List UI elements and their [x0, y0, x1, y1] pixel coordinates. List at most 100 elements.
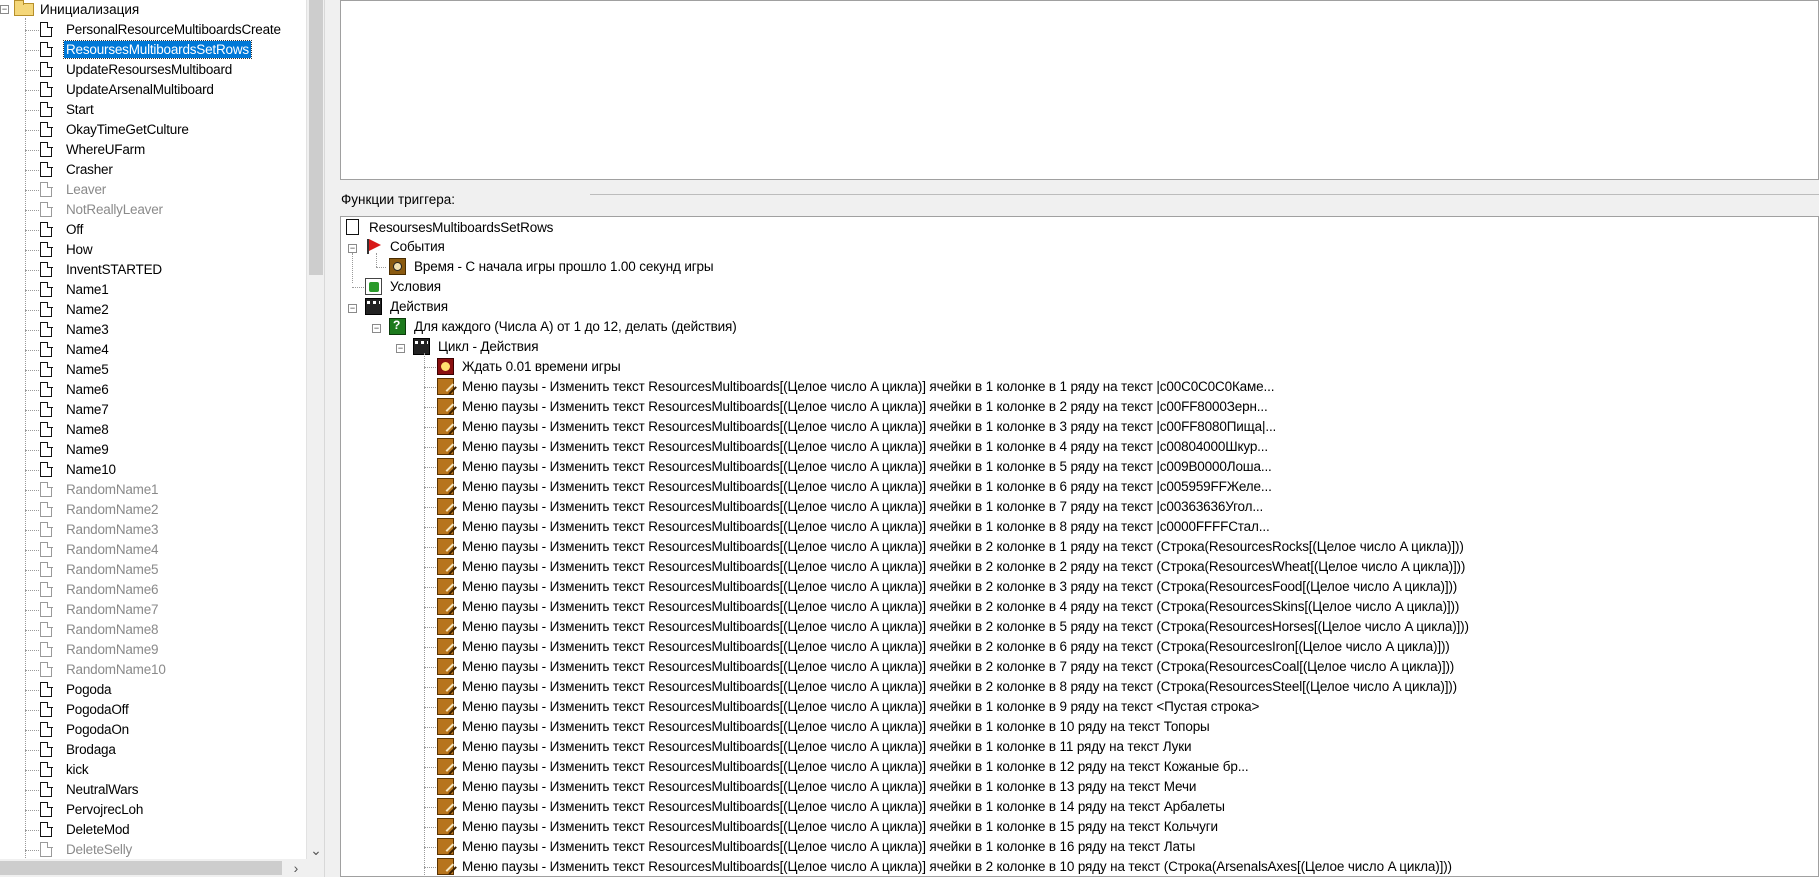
tree-item[interactable]: Off — [0, 220, 300, 240]
tree-item[interactable]: NotReallyLeaver — [0, 200, 300, 220]
tree-item[interactable]: RandomName7 — [0, 600, 300, 620]
tree-item-label: UpdateResoursesMultiboard — [66, 62, 233, 77]
tree-guide-line — [25, 730, 39, 731]
functions-label: Функции триггера: — [341, 192, 459, 207]
scrollbar-thumb[interactable] — [0, 861, 282, 875]
collapse-loop-actions-icon[interactable]: − — [396, 344, 405, 353]
tree-item[interactable]: Leaver — [0, 180, 300, 200]
tree-item-label: PersonalResourceMultiboardsCreate — [66, 22, 281, 37]
tree-guide-line — [424, 507, 436, 508]
tree-guide-line — [424, 727, 436, 728]
tree-item-label: DeleteSelly — [66, 842, 133, 857]
tree-guide-line — [424, 827, 436, 828]
tree-item[interactable]: RandomName5 — [0, 560, 300, 580]
tree-item-label: NeutralWars — [66, 782, 139, 797]
tree-item[interactable]: WhereUFarm — [0, 140, 300, 160]
collapse-toggle-icon[interactable]: − — [0, 5, 9, 14]
tree-item-label: RandomName9 — [66, 642, 159, 657]
trigger-doc-icon — [40, 141, 53, 157]
tree-item[interactable]: Name2 — [0, 300, 300, 320]
multiboard-icon — [437, 678, 454, 695]
tree-item[interactable]: PersonalResourceMultiboardsCreate — [0, 20, 300, 40]
tree-item[interactable]: Name9 — [0, 440, 300, 460]
tree-item[interactable]: DeleteSelly — [0, 840, 300, 860]
tree-item[interactable]: RandomName1 — [0, 480, 300, 500]
tree-item[interactable]: Brodaga — [0, 740, 300, 760]
wait-icon — [437, 358, 454, 375]
tree-guide-line — [25, 170, 39, 171]
multiboard-icon — [437, 598, 454, 615]
tree-guide-line — [25, 610, 39, 611]
tree-item-label: Name2 — [66, 302, 109, 317]
tree-folder-initialization[interactable]: − Инициализация — [0, 0, 300, 20]
tree-guide-line — [424, 527, 436, 528]
tree-guide-line — [25, 290, 39, 291]
tree-item[interactable]: kick — [0, 760, 300, 780]
tree-item-label: RandomName7 — [66, 602, 159, 617]
tree-item-label: How — [66, 242, 93, 257]
tree-item[interactable]: ResoursesMultiboardsSetRows — [0, 40, 300, 60]
tree-guide-line — [25, 830, 39, 831]
tree-item-label: DeleteMod — [66, 822, 130, 837]
conditions-label: Условия — [390, 279, 441, 294]
tree-guide-line — [424, 807, 436, 808]
tree-vertical-scrollbar[interactable]: ⌄ — [306, 0, 325, 860]
tree-item[interactable]: NeutralWars — [0, 780, 300, 800]
tree-item[interactable]: Name6 — [0, 380, 300, 400]
tree-item[interactable]: Name1 — [0, 280, 300, 300]
tree-item[interactable]: InventSTARTED — [0, 260, 300, 280]
tree-item[interactable]: Pogoda — [0, 680, 300, 700]
tree-item[interactable]: RandomName6 — [0, 580, 300, 600]
tree-item[interactable]: RandomName8 — [0, 620, 300, 640]
scroll-right-icon[interactable]: › — [286, 859, 306, 877]
tree-item[interactable]: Name8 — [0, 420, 300, 440]
tree-item-label: Crasher — [66, 162, 113, 177]
trigger-functions-tree[interactable]: ResoursesMultiboardsSetRows − События Вр… — [340, 216, 1819, 877]
trigger-doc-icon — [40, 821, 53, 837]
collapse-events-icon[interactable]: − — [348, 244, 357, 253]
tree-item[interactable]: PervojrecLoh — [0, 800, 300, 820]
event-text: Время - С начала игры прошло 1.00 секунд… — [414, 259, 714, 274]
collapse-loop-icon[interactable]: − — [372, 324, 381, 333]
tree-item[interactable]: Crasher — [0, 160, 300, 180]
tree-item-label: Name5 — [66, 362, 109, 377]
action-text: Меню паузы - Изменить текст ResourcesMul… — [462, 599, 1460, 614]
tree-guide-line — [424, 647, 436, 648]
trigger-comment-box[interactable] — [340, 0, 1819, 180]
trigger-tree-panel[interactable]: − Инициализация PersonalResourceMultiboa… — [0, 0, 306, 877]
tree-item[interactable]: How — [0, 240, 300, 260]
tree-item[interactable]: UpdateResoursesMultiboard — [0, 60, 300, 80]
tree-item[interactable]: RandomName10 — [0, 660, 300, 680]
tree-item[interactable]: Name4 — [0, 340, 300, 360]
scrollbar-thumb[interactable] — [309, 0, 323, 275]
panel-splitter[interactable] — [324, 0, 341, 877]
multiboard-icon — [437, 718, 454, 735]
tree-horizontal-scrollbar[interactable]: › — [0, 859, 306, 877]
tree-item[interactable]: OkayTimeGetCulture — [0, 120, 300, 140]
tree-item[interactable]: Start — [0, 100, 300, 120]
tree-item[interactable]: Name10 — [0, 460, 300, 480]
tree-item[interactable]: RandomName4 — [0, 540, 300, 560]
tree-item[interactable]: Name7 — [0, 400, 300, 420]
collapse-actions-icon[interactable]: − — [348, 304, 357, 313]
tree-item[interactable]: DeleteMod — [0, 820, 300, 840]
tree-item[interactable]: PogodaOn — [0, 720, 300, 740]
tree-item[interactable]: RandomName2 — [0, 500, 300, 520]
tree-guide-line — [25, 670, 39, 671]
tree-item-label: Name7 — [66, 402, 109, 417]
tree-item[interactable]: RandomName3 — [0, 520, 300, 540]
action-text: Меню паузы - Изменить текст ResourcesMul… — [462, 639, 1450, 654]
tree-guide-line — [424, 387, 436, 388]
tree-item[interactable]: Name3 — [0, 320, 300, 340]
trigger-doc-icon — [40, 301, 53, 317]
tree-item-label: Name3 — [66, 322, 109, 337]
tree-guide-line — [424, 767, 436, 768]
tree-guide-line — [25, 790, 39, 791]
scroll-down-icon[interactable]: ⌄ — [307, 840, 325, 860]
tree-guide-line — [25, 210, 39, 211]
tree-item[interactable]: Name5 — [0, 360, 300, 380]
tree-item[interactable]: PogodaOff — [0, 700, 300, 720]
tree-item[interactable]: RandomName9 — [0, 640, 300, 660]
tree-item[interactable]: UpdateArsenalMultiboard — [0, 80, 300, 100]
tree-guide-line — [424, 667, 436, 668]
